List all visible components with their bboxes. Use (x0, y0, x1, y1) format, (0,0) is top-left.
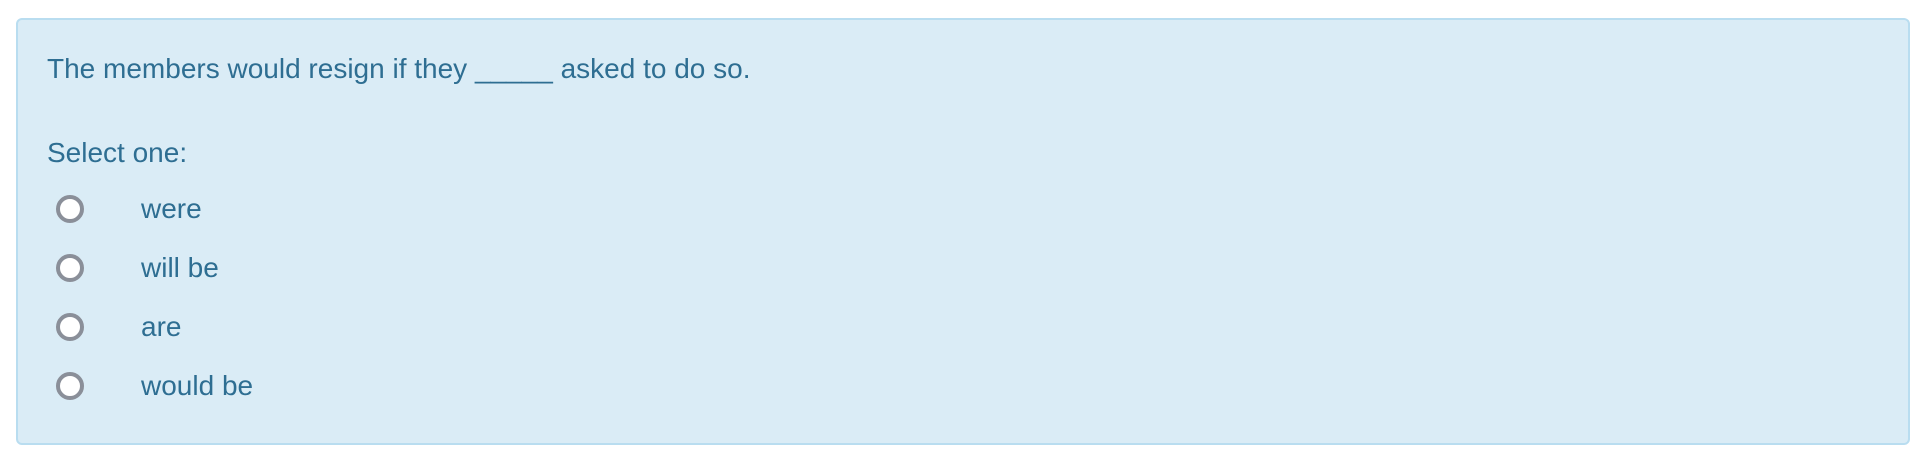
answer-label-were[interactable]: were (141, 192, 202, 226)
answer-option-are[interactable]: are (56, 305, 456, 349)
answer-option-would-be[interactable]: would be (56, 364, 456, 408)
answer-option-will-be[interactable]: will be (56, 246, 456, 290)
radio-button-would-be[interactable] (56, 372, 84, 400)
answer-options: were will be are would be (18, 20, 1908, 443)
radio-button-were[interactable] (56, 195, 84, 223)
answer-label-would-be[interactable]: would be (141, 369, 253, 403)
answer-label-are[interactable]: are (141, 310, 181, 344)
answer-label-will-be[interactable]: will be (141, 251, 219, 285)
radio-button-will-be[interactable] (56, 254, 84, 282)
answer-option-were[interactable]: were (56, 187, 456, 231)
radio-button-are[interactable] (56, 313, 84, 341)
question-card: The members would resign if they _____ a… (16, 18, 1910, 445)
